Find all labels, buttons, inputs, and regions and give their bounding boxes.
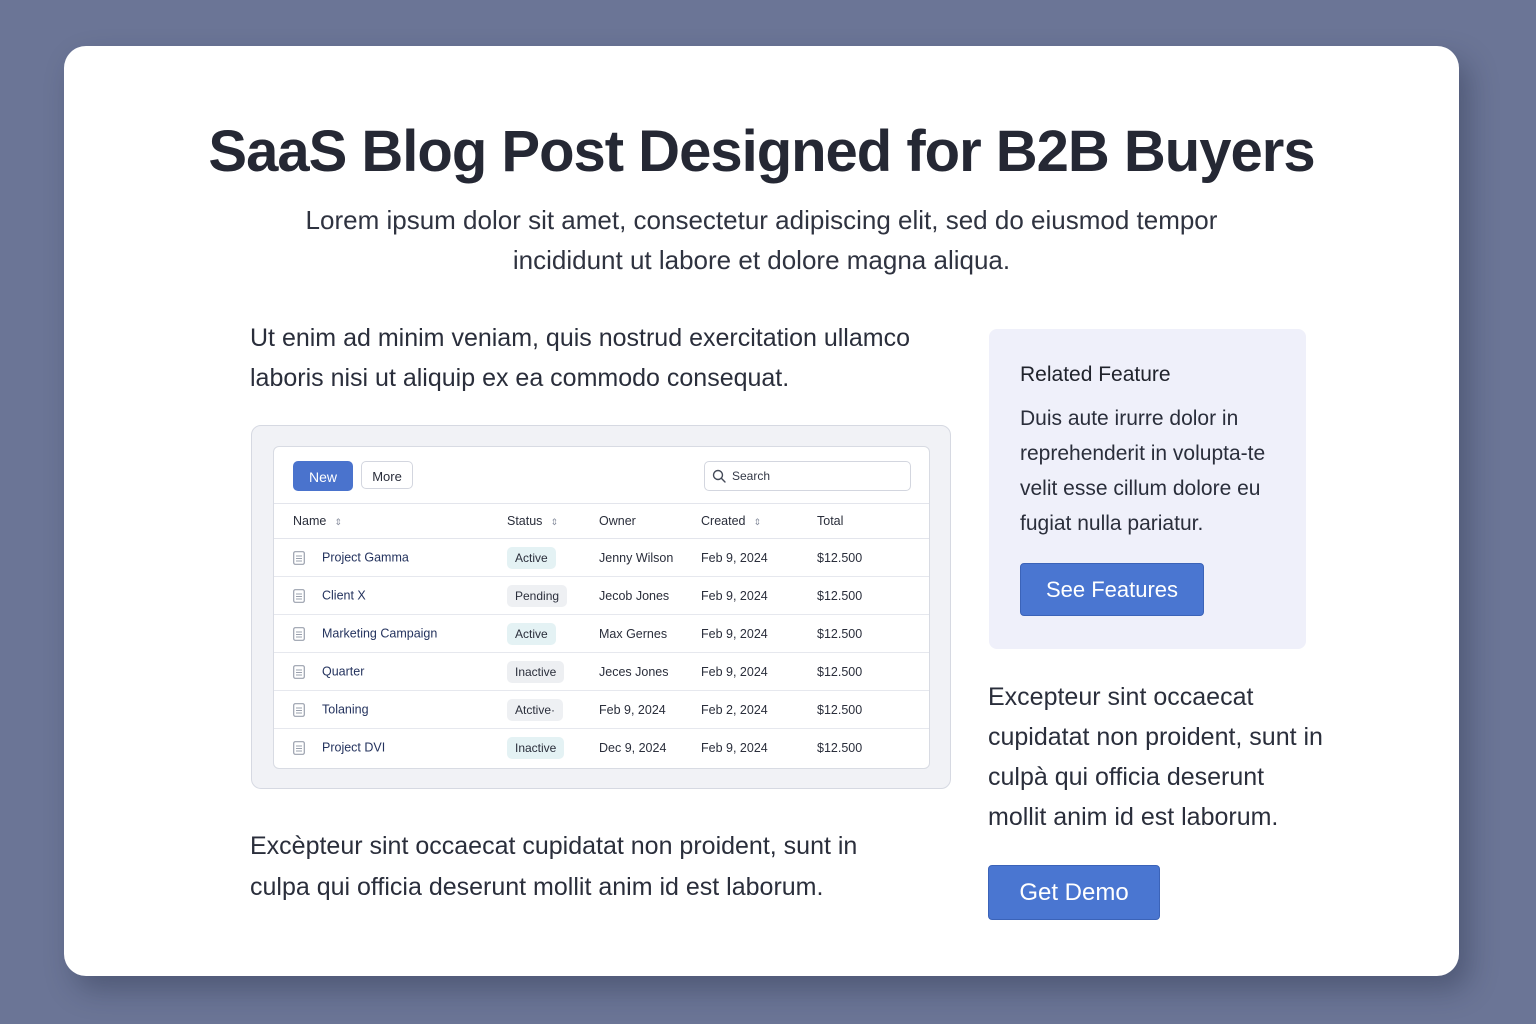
column-header-total[interactable]: Total <box>817 504 929 539</box>
cell-created: Feb 9, 2024 <box>701 740 768 755</box>
document-icon <box>293 588 305 603</box>
column-header-status[interactable]: Status ⇕ <box>507 504 599 539</box>
more-button[interactable]: More <box>361 461 413 489</box>
cell-created: Feb 9, 2024 <box>701 538 817 577</box>
table-row[interactable]: Project Gamma Active Jenny Wilson Feb 9,… <box>274 538 929 577</box>
search-placeholder: Search <box>732 469 771 483</box>
cell-name: Marketing Campaign <box>274 614 507 653</box>
cell-total: $12.500 <box>817 740 863 755</box>
app-toolbar: New More Search <box>274 447 929 504</box>
cell-total: $12.500 <box>817 576 929 615</box>
sort-icon: ⇕ <box>753 517 762 527</box>
related-feature-body: Duis aute irurre dolor in reprehenderit … <box>1020 407 1266 535</box>
cell-status: Inactive <box>507 652 599 691</box>
cell-owner: Dec 9, 2024 <box>599 740 667 755</box>
document-icon <box>293 664 305 679</box>
cell-status: Atctive· <box>507 690 599 729</box>
cell-owner: Feb 9, 2024 <box>599 690 701 729</box>
closing-paragraph: Excèpteur sint occaecat cupidatat non pr… <box>250 832 858 901</box>
cell-status: Active <box>507 614 599 653</box>
search-input[interactable]: Search <box>704 461 911 491</box>
column-header-owner[interactable]: Owner <box>599 504 701 539</box>
cell-name: Tolaning <box>274 690 507 729</box>
cell-name: Project DVI <box>274 729 507 767</box>
page-title: SaaS Blog Post Designed for B2B Buyers <box>208 119 1315 184</box>
cell-name: Quarter <box>274 652 507 691</box>
status-badge: Inactive <box>507 736 565 759</box>
sort-icon: ⇕ <box>550 517 558 527</box>
cell-created: Feb 9, 2024 <box>701 652 817 691</box>
document-icon <box>293 740 305 755</box>
cell-status: Active <box>507 538 599 577</box>
document-icon <box>293 702 305 717</box>
cell-total: $12.500 <box>817 614 929 653</box>
cell-created: Feb 2, 2024 <box>701 690 817 729</box>
cell-total: $12.500 <box>817 690 929 729</box>
related-feature-title: Related Feature <box>1020 363 1171 386</box>
cell-created: Feb 9, 2024 <box>701 576 817 615</box>
page-subtitle: Lorem ipsum dolor sit amet, consectetur … <box>305 205 1218 275</box>
sort-icon: ⇕ <box>334 517 342 527</box>
new-button[interactable]: New <box>293 461 353 491</box>
status-badge: Inactive <box>507 660 565 683</box>
document-icon <box>293 550 305 565</box>
table-row[interactable]: Tolaning Atctive· Feb 9, 2024 Feb 2, 202… <box>274 690 929 729</box>
status-badge: Active <box>507 546 556 569</box>
product-screenshot: New More Search Name ⇕ Status ⇕ Owner Cr… <box>251 425 951 789</box>
cell-name: Client X <box>274 576 507 615</box>
status-badge: Atctive· <box>507 698 564 721</box>
cell-name: Project Gamma <box>274 538 507 577</box>
get-demo-button[interactable]: Get Demo <box>988 865 1160 920</box>
column-header-created[interactable]: Created ⇕ <box>701 504 817 539</box>
sidebar-paragraph: Excepteur sint occaecat cupidatat non pr… <box>988 683 1323 831</box>
related-feature-card: Related Feature Duis aute irurre dolor i… <box>989 329 1306 649</box>
table-row[interactable]: Client X Pending Jecob Jones Feb 9, 2024… <box>274 576 929 615</box>
see-features-button[interactable]: See Features <box>1020 563 1204 616</box>
cell-owner: Jenny Wilson <box>599 538 701 577</box>
cell-total: $12.500 <box>817 652 929 691</box>
table-row[interactable]: Marketing Campaign Active Max Gernes Feb… <box>274 614 929 653</box>
document-icon <box>293 626 305 641</box>
cell-status: Inactive <box>507 729 599 767</box>
status-badge: Pending <box>507 584 568 607</box>
cell-owner: Max Gernes <box>599 614 701 653</box>
app-window: New More Search Name ⇕ Status ⇕ Owner Cr… <box>273 446 930 769</box>
intro-paragraph: Ut enim ad minim veniam, quis nostrud ex… <box>250 324 910 392</box>
cell-owner: Jeces Jones <box>599 652 701 691</box>
cell-total: $12.500 <box>817 538 929 577</box>
cell-created: Feb 9, 2024 <box>701 614 817 653</box>
data-table: Name ⇕ Status ⇕ Owner Created ⇕ Total Proje… <box>274 504 929 766</box>
search-icon <box>712 469 726 483</box>
column-header-name[interactable]: Name ⇕ <box>274 504 507 539</box>
blog-post-card: SaaS Blog Post Designed for B2B Buyers L… <box>64 46 1459 976</box>
table-row[interactable]: Project DVI Inactive Dec 9, 2024 Feb 9, … <box>274 729 929 767</box>
table-header-row: Name ⇕ Status ⇕ Owner Created ⇕ Total <box>274 504 929 539</box>
cell-owner: Jecob Jones <box>599 576 701 615</box>
cell-status: Pending <box>507 576 599 615</box>
table-row[interactable]: Quarter Inactive Jeces Jones Feb 9, 2024… <box>274 652 929 691</box>
status-badge: Active <box>507 622 556 645</box>
